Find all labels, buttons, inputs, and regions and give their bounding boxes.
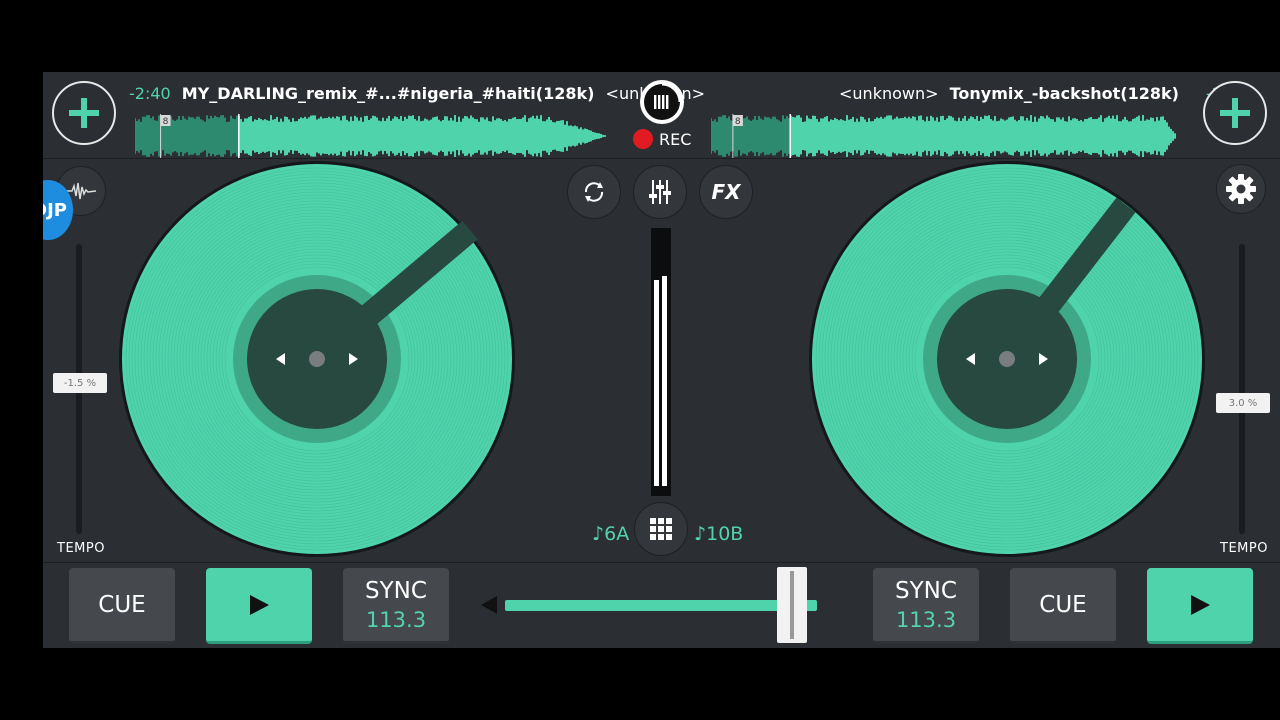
crossfader-handle[interactable] <box>777 567 808 643</box>
right-play-button[interactable] <box>1147 568 1253 644</box>
app-logo[interactable] <box>638 78 686 126</box>
plus-icon <box>69 98 99 128</box>
record-button[interactable]: REC <box>633 129 691 149</box>
gear-icon <box>1226 174 1256 204</box>
record-label: REC <box>659 129 692 149</box>
left-sync-label: SYNC <box>365 577 427 604</box>
sync-loop-button[interactable] <box>567 165 621 219</box>
right-sync-button[interactable]: SYNC 113.3 <box>873 568 979 644</box>
right-key-label: ♪10B <box>694 523 744 545</box>
right-waveform[interactable]: 8 <box>710 114 1177 158</box>
right-track-artist: <unknown> <box>839 84 939 103</box>
level-meter <box>651 228 671 496</box>
right-waveform-graphic: 8 <box>710 114 1176 158</box>
mixer-sliders-icon <box>649 180 671 204</box>
cross-dj-logo-icon <box>640 80 684 124</box>
level-meter-right-bar <box>662 276 667 486</box>
crossfader-handle-line <box>790 571 795 639</box>
dj-app: -2:40 MY_DARLING_remix_#...#nigeria_#hai… <box>43 72 1280 648</box>
left-tempo-value: -1.5 % <box>63 377 97 389</box>
level-meter-left-bar <box>654 280 659 486</box>
left-play-button[interactable] <box>206 568 312 644</box>
right-tempo-handle[interactable]: 3.0 % <box>1216 393 1270 413</box>
bottom-bar: CUE SYNC 113.3 SYNC 113.3 CUE <box>43 562 1280 648</box>
grid-pads-button[interactable] <box>634 502 688 556</box>
right-sync-label: SYNC <box>895 577 957 604</box>
play-icon <box>1191 594 1210 615</box>
plus-icon <box>1220 98 1250 128</box>
crossfader-track <box>505 600 817 611</box>
right-bpm: 113.3 <box>895 607 957 632</box>
right-tempo-slider[interactable] <box>1239 244 1245 534</box>
mixer-button[interactable] <box>633 165 687 219</box>
left-sync-button[interactable]: SYNC 113.3 <box>343 568 449 644</box>
crossfader-left-arrow-icon <box>481 596 497 614</box>
left-track-info: -2:40 MY_DARLING_remix_#...#nigeria_#hai… <box>129 84 705 104</box>
left-track-title: MY_DARLING_remix_#...#nigeria_#haiti(128… <box>181 84 595 103</box>
right-turntable[interactable] <box>808 160 1206 558</box>
top-bar: -2:40 MY_DARLING_remix_#...#nigeria_#hai… <box>43 72 1280 159</box>
left-tempo-label: TEMPO <box>57 541 105 556</box>
play-icon <box>250 594 269 615</box>
left-platter-graphic <box>119 161 515 557</box>
right-platter-graphic <box>809 161 1205 557</box>
settings-button[interactable] <box>1216 164 1266 214</box>
left-cue-label: CUE <box>98 591 146 618</box>
record-dot-icon <box>633 129 653 149</box>
cue-marker-label: 8 <box>163 117 169 127</box>
grid-icon <box>650 518 672 540</box>
right-tempo-label: TEMPO <box>1220 541 1268 556</box>
right-track-title: Tonymix_-backshot(128k) <box>949 84 1179 103</box>
left-bpm: 113.3 <box>365 607 427 632</box>
add-track-right-button[interactable] <box>1203 81 1267 145</box>
right-cue-button[interactable]: CUE <box>1010 568 1116 644</box>
left-tempo-handle[interactable]: -1.5 % <box>53 373 107 393</box>
left-waveform-graphic: 8 <box>134 114 606 158</box>
fx-button[interactable]: FX <box>699 165 753 219</box>
left-waveform[interactable]: 8 <box>134 114 607 158</box>
right-cue-label: CUE <box>1039 591 1087 618</box>
add-track-left-button[interactable] <box>52 81 116 145</box>
left-turntable[interactable] <box>118 160 516 558</box>
right-track-info: <unknown> Tonymix_-backshot(128k) -2:52 <box>839 84 1248 104</box>
left-time-remaining: -2:40 <box>129 84 171 103</box>
crossfader[interactable] <box>479 567 839 643</box>
right-tempo-value: 3.0 % <box>1228 397 1258 409</box>
overlay-badge-text: DJP <box>43 199 67 221</box>
cue-marker-label: 8 <box>735 117 741 127</box>
fx-label: FX <box>711 180 741 204</box>
left-cue-button[interactable]: CUE <box>69 568 175 644</box>
left-key-label: ♪6A <box>592 523 630 545</box>
sync-icon <box>584 182 604 202</box>
